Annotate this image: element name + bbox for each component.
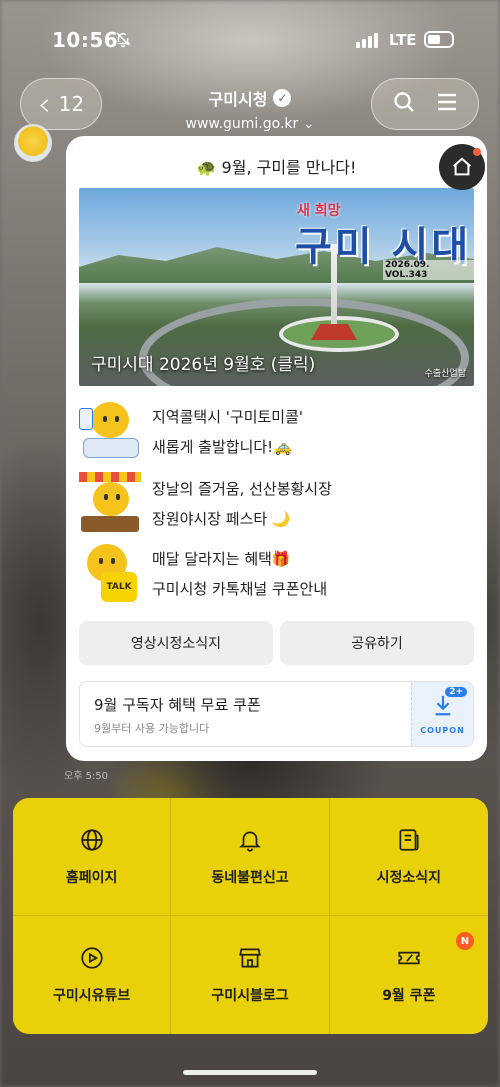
news-item-taxi[interactable]: 지역콜택시 '구미토미콜' 새롭게 출발합니다!🚕 [79, 400, 474, 464]
menu-item-youtube[interactable]: 구미시유튜브 [13, 916, 172, 1034]
news-line: 장원야시장 페스타 🌙 [152, 510, 291, 528]
menu-icon[interactable] [435, 90, 459, 118]
channel-header[interactable]: 구미시청 ✓ www.gumi.go.kr ⌄ [140, 86, 360, 132]
chevron-down-icon: ⌄ [302, 116, 315, 132]
banner-credit: 수출산업탑 [424, 369, 466, 379]
banner-caption: 구미시대 2026년 9월호 (클릭) [91, 355, 316, 375]
download-icon [412, 694, 473, 724]
menu-label: 시정소식지 [376, 869, 442, 886]
channel-url: www.gumi.go.kr [185, 116, 299, 132]
news-line: 매달 달라지는 혜택🎁 [152, 550, 291, 568]
message-card: 🐢 9월, 구미를 만나다! 새 희망 구미 시대 2026.09. VOL.3… [66, 136, 487, 761]
coupon-title: 9월 구독자 혜택 무료 쿠폰 [94, 696, 261, 714]
notification-dot [473, 148, 481, 156]
menu-item-coupon[interactable]: N 9월 쿠폰 [330, 916, 488, 1034]
menu-label: 9월 쿠폰 [382, 988, 436, 1004]
video-newsletter-button[interactable]: 영상시정소식지 [79, 621, 273, 665]
coupon-count-badge: 2+ [445, 687, 467, 697]
unread-count: 12 [58, 92, 85, 116]
channel-name: 구미시청 [208, 90, 268, 109]
search-icon[interactable] [392, 90, 416, 118]
status-time: 10:56 [52, 28, 119, 52]
news-line: 새롭게 출발합니다!🚕 [152, 438, 292, 456]
banner-volume: 2026.09. VOL.343 [383, 260, 474, 280]
news-line: 지역콜택시 '구미토미콜' [152, 408, 304, 426]
menu-item-report[interactable]: 동네불편신고 [171, 798, 330, 916]
menu-item-blog[interactable]: 구미시블로그 [171, 916, 330, 1034]
coupon-label: COUPON [420, 726, 465, 735]
back-chevron-icon: ‹ [37, 85, 51, 123]
channel-avatar[interactable] [14, 124, 52, 162]
talk-character-image: TALK [79, 542, 141, 604]
home-button[interactable] [439, 144, 485, 190]
menu-item-newsletter[interactable]: 시정소식지 [329, 798, 488, 916]
bell-icon [239, 831, 261, 852]
network-type: LTE [389, 31, 417, 49]
menu-label: 동네불편신고 [211, 869, 289, 886]
talk-label: TALK [101, 572, 137, 602]
channel-menu: 홈페이지 동네불편신고 시정소식지 구미시유튜브 구미시블로그 N 9월 쿠폰 [13, 798, 488, 1034]
magazine-banner[interactable]: 새 희망 구미 시대 2026.09. VOL.343 구미시대 2026년 9… [79, 188, 474, 386]
store-icon [239, 948, 261, 968]
news-item-market[interactable]: 장날의 즐거움, 선산봉황시장 장원야시장 페스타 🌙 [79, 472, 474, 536]
share-button[interactable]: 공유하기 [280, 621, 474, 665]
menu-item-homepage[interactable]: 홈페이지 [13, 798, 172, 916]
back-button[interactable]: ‹ 12 [20, 78, 102, 130]
new-badge: N [455, 932, 474, 950]
battery-icon [424, 31, 454, 48]
globe-icon [81, 828, 103, 851]
coupon-download-button[interactable]: COUPON 2+ [411, 682, 473, 746]
news-line: 구미시청 카톡채널 쿠폰안내 [152, 580, 328, 598]
taxi-character-image [79, 400, 141, 462]
menu-label: 홈페이지 [65, 869, 118, 886]
menu-label: 구미시유튜브 [53, 988, 131, 1004]
menu-label: 구미시블로그 [211, 988, 289, 1004]
news-line: 장날의 즐거움, 선산봉황시장 [152, 480, 332, 498]
turtle-icon: 🐢 [196, 158, 217, 177]
signal-icon [356, 32, 378, 48]
market-character-image [79, 472, 141, 534]
coupon-card[interactable]: 9월 구독자 혜택 무료 쿠폰 9월부터 사용 가능합니다 COUPON 2+ [79, 681, 474, 747]
verified-icon: ✓ [273, 89, 292, 107]
status-bar: 10:56 LTE [0, 0, 500, 80]
home-icon [453, 157, 471, 176]
coupon-subtitle: 9월부터 사용 가능합니다 [94, 722, 210, 735]
newsletter-icon [399, 828, 419, 851]
card-headline: 🐢 9월, 구미를 만나다! [196, 158, 357, 177]
bell-off-icon [114, 30, 132, 52]
message-timestamp: 오후 5:50 [64, 771, 109, 782]
play-icon [81, 947, 103, 969]
news-item-coupon[interactable]: TALK 매달 달라지는 혜택🎁 구미시청 카톡채널 쿠폰안내 [79, 542, 474, 606]
ticket-icon [398, 951, 420, 965]
header-actions [371, 78, 479, 130]
home-indicator[interactable] [183, 1070, 317, 1075]
